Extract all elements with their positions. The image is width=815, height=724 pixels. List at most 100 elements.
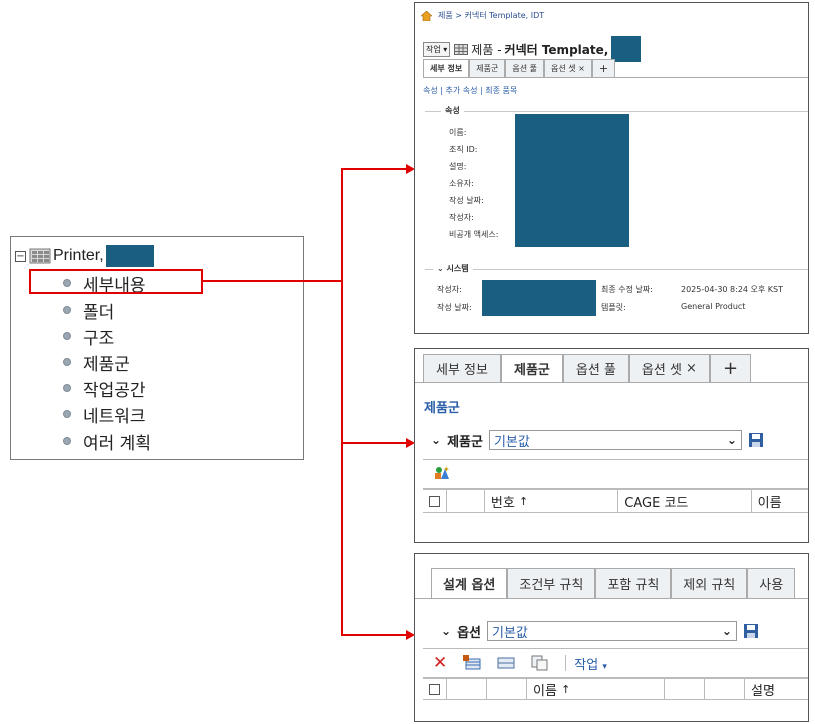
bullet-icon [63,437,71,445]
tree-item-label: 제품군 [83,354,130,375]
tab-bar: 세부 정보 제품군 옵션 풀 옵션 셋 × + [423,354,752,382]
tab-option-set[interactable]: 옵션 셋 × [543,59,592,77]
add-tab-button[interactable]: + [591,59,616,77]
chevron-down-icon[interactable]: ⌄ [441,624,451,638]
action-menu[interactable]: 작업 ▾ [574,654,607,673]
product-family-panel: 세부 정보 제품군 옵션 풀 옵션 셋 × + 제품군 ⌄ 제품군 기본값 ⌄ … [414,348,809,543]
attributes-title: 속성 [441,105,464,116]
chevron-down-icon[interactable]: ⌄ [431,433,441,447]
tree-item-label: 여러 계획 [83,433,151,454]
breadcrumb-text[interactable]: 제품 > 커넥터 Template, IDT [438,10,544,21]
tab-product-family[interactable]: 제품군 [469,59,506,77]
tree-root-label: Printer, [53,247,104,264]
options-select[interactable]: 기본값 ⌄ [486,621,737,641]
edit-row-icon[interactable] [497,655,515,671]
options-panel: 설계 옵션 조건부 규칙 포함 규칙 제외 규칙 사용 ⌄ 옵션 기본값 ⌄ ✕… [414,553,809,722]
select-value: 기본값 [493,434,530,450]
column-description[interactable]: 설명 [744,679,804,699]
breadcrumb: 제품 > 커넥터 Template, IDT [421,10,544,21]
description-label: 설명: [449,162,467,171]
add-tab-button[interactable]: + [709,354,752,382]
column-name[interactable]: 이름 [750,490,808,512]
caret-down-icon: ▾ [602,661,607,672]
redacted-block [482,280,596,316]
tab-conditional-rules[interactable]: 조건부 규칙 [507,568,596,598]
action-button[interactable]: 작업 ▾ [423,41,451,57]
product-family-row: ⌄ 제품군 기본값 ⌄ [431,430,764,450]
details-panel: 제품 > 커넥터 Template, IDT 작업 ▾ 제품 - 커넥터 Tem… [414,2,809,334]
modified-date-label: 최종 수정 날짜: [601,285,653,294]
tab-bar: 설계 옵션 조건부 규칙 포함 규칙 제외 규칙 사용 [431,568,796,598]
home-icon[interactable] [421,10,432,21]
connector-line [341,634,407,636]
name-label: 이름: [449,128,467,137]
delete-icon[interactable]: ✕ [433,653,447,673]
system-title[interactable]: ⌄ 시스템 [433,263,473,274]
select-value: 기본값 [491,625,528,641]
toolbar-separator [565,655,567,671]
attributes-section [425,111,808,112]
tree-item-folder[interactable]: 폴더 [63,298,115,323]
select-all-checkbox[interactable] [429,683,440,695]
tab-option-pool[interactable]: 옵션 풀 [505,59,544,77]
tree-item-label: 작업공간 [83,380,146,401]
connector-line [341,442,407,444]
table-header: 이름 ↑ 설명 [423,678,808,700]
bullet-icon [63,306,71,314]
collapse-icon[interactable]: − [15,250,26,262]
selection-highlight [29,269,203,294]
template-label: 템플릿: [601,303,626,312]
modified-date-value: 2025-04-30 8:24 오후 KST [681,285,784,294]
options-row: ⌄ 옵션 기본값 ⌄ [441,621,759,641]
bullet-icon [63,384,71,392]
sort-asc-icon: ↑ [561,682,571,696]
tree-item-network[interactable]: 네트워크 [63,402,146,427]
tab-include-rules[interactable]: 포함 규칙 [595,568,672,598]
close-icon[interactable]: × [578,64,585,73]
tree-item-product-family[interactable]: 제품군 [63,350,130,375]
org-id-label: 조직 ID: [449,145,478,154]
chevron-down-icon: ⌄ [726,433,737,447]
tab-product-family[interactable]: 제품군 [500,354,563,382]
created-date-label: 작성 날짜: [449,196,484,205]
tree-item-label: 구조 [83,328,115,349]
copy-icon[interactable] [531,655,549,671]
page-title-prefix: 제품 - [471,42,502,57]
tab-option-set[interactable]: 옵션 셋 × [628,354,710,382]
close-icon[interactable]: × [686,361,697,376]
add-product-family-icon[interactable]: ✦ [433,465,451,483]
column-name[interactable]: 이름 ↑ [526,679,664,699]
bullet-icon [63,358,71,366]
tree-item-workspace[interactable]: 작업공간 [63,376,146,401]
save-icon[interactable] [748,432,764,448]
tree-root[interactable]: − Printer, [15,245,154,267]
bullet-icon [63,332,71,340]
select-all-checkbox[interactable] [429,495,440,507]
system-section [425,269,808,270]
tab-details[interactable]: 세부 정보 [423,59,470,77]
tree-item-label: 폴더 [83,302,115,323]
section-links[interactable]: 속성 | 추가 속성 | 최종 품목 [423,85,517,96]
tree-item-structure[interactable]: 구조 [63,324,115,349]
tab-usage[interactable]: 사용 [747,568,796,598]
column-number[interactable]: 번호 ↑ [483,490,617,512]
redacted-block [105,245,154,267]
creator-label: 작성자: [449,213,474,222]
sort-asc-icon: ↑ [518,494,529,508]
section-title[interactable]: 제품군 [424,397,460,416]
tree-item-label: 네트워크 [83,406,146,427]
tab-details[interactable]: 세부 정보 [423,354,501,382]
tab-exclude-rules[interactable]: 제외 규칙 [671,568,748,598]
product-family-select[interactable]: 기본값 ⌄ [488,430,742,450]
save-icon[interactable] [743,623,759,639]
tab-design-options[interactable]: 설계 옵션 [431,568,508,598]
tree-item-plans[interactable]: 여러 계획 [63,429,151,454]
product-icon [454,43,469,55]
redacted-block [611,36,642,62]
insert-row-icon[interactable] [463,655,481,671]
tree-panel: − Printer, 세부내용 폴더 구조 제품군 작업공간 네트워크 여러 계… [10,236,304,460]
svg-text:✦: ✦ [443,465,450,474]
product-structure-icon [29,248,51,264]
tab-option-pool[interactable]: 옵션 풀 [562,354,629,382]
column-cage-code[interactable]: CAGE 코드 [617,490,750,512]
